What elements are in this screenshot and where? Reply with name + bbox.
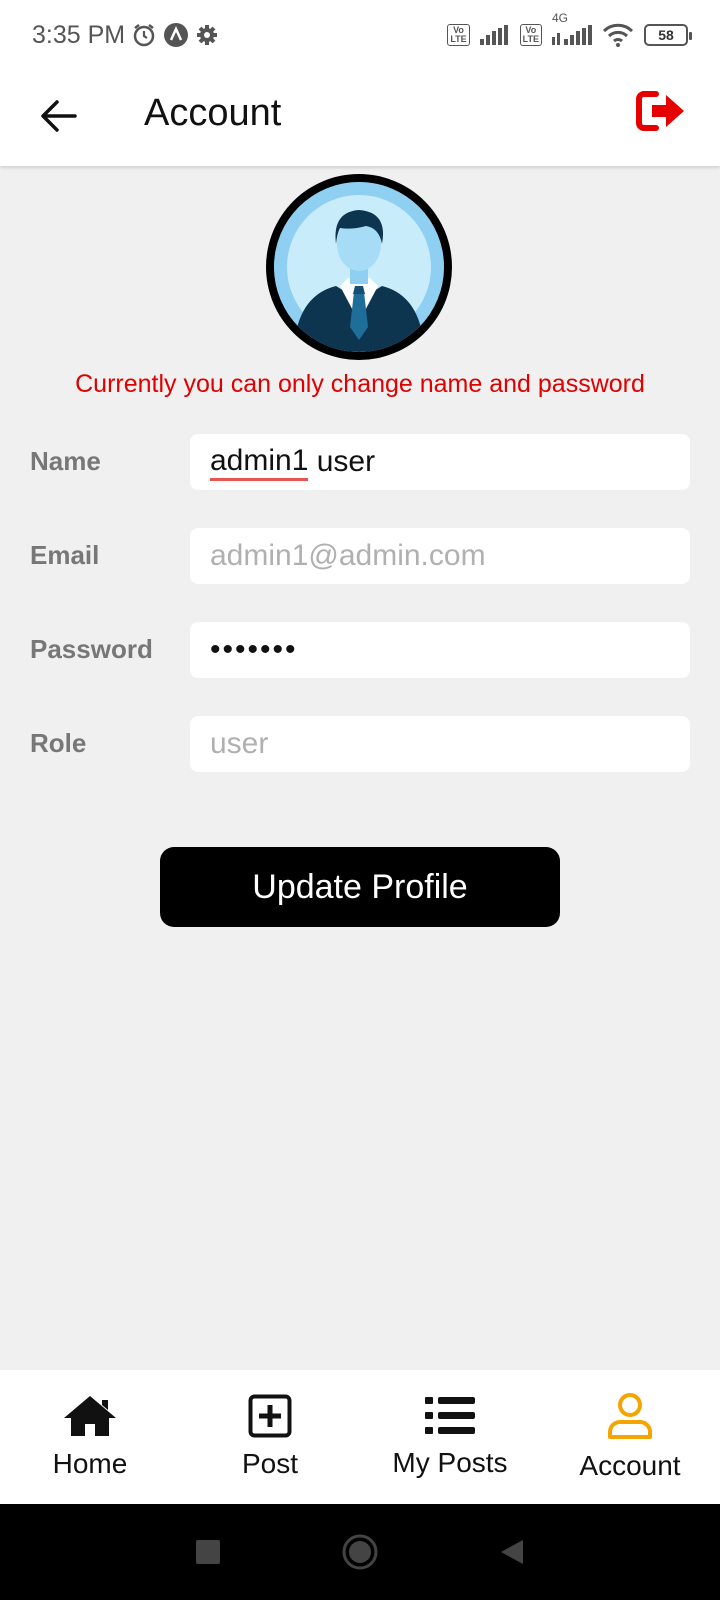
- wifi-icon: [602, 23, 634, 47]
- home-button[interactable]: [341, 1533, 379, 1571]
- back-triangle-icon: [501, 1540, 523, 1564]
- password-value: •••••••: [210, 633, 298, 666]
- nav-label-account: Account: [579, 1450, 681, 1481]
- arrow-left-icon: [41, 100, 77, 132]
- logout-button[interactable]: [634, 86, 690, 136]
- plus-square-icon: [248, 1394, 292, 1438]
- volte-icon: Vo LTE: [447, 24, 470, 46]
- status-left: 3:35 PM: [32, 21, 219, 50]
- alarm-icon: [131, 22, 157, 48]
- avatar: [266, 174, 452, 360]
- name-label: Name: [30, 446, 101, 476]
- name-row: Name admin1 user: [0, 434, 720, 490]
- nav-label-my-posts: My Posts: [392, 1447, 508, 1478]
- volte-icon: Vo LTE: [519, 24, 542, 46]
- 4g-signal-icon: 4G: [552, 11, 592, 45]
- system-nav-bar: [0, 1504, 720, 1600]
- recents-square-icon: [196, 1540, 220, 1564]
- settings-gear-icon: [195, 23, 219, 47]
- recents-button[interactable]: [195, 1539, 221, 1565]
- status-bar: 3:35 PM Vo LTE Vo LTE 4G 58: [0, 0, 720, 70]
- sign-out-icon: [636, 91, 684, 131]
- password-input[interactable]: •••••••: [190, 622, 690, 678]
- nav-item-account[interactable]: Account: [540, 1370, 720, 1504]
- nav-label-post: Post: [241, 1448, 299, 1479]
- home-icon: [64, 1396, 116, 1436]
- password-label: Password: [30, 634, 153, 664]
- nav-label-home: Home: [52, 1448, 128, 1479]
- update-profile-button[interactable]: Update Profile: [160, 847, 560, 927]
- role-row: Role user: [0, 716, 720, 772]
- status-time: 3:35 PM: [32, 20, 126, 49]
- role-label: Role: [30, 728, 87, 758]
- name-value-misspelled: admin1: [210, 444, 309, 481]
- back-button[interactable]: [36, 94, 80, 138]
- email-label: Email: [30, 540, 100, 570]
- password-row: Password •••••••: [0, 622, 720, 678]
- user-icon: [608, 1393, 652, 1439]
- bottom-nav: Home Post My Posts Account: [0, 1370, 720, 1504]
- nav-item-post[interactable]: Post: [180, 1370, 360, 1504]
- email-row: Email admin1@admin.com: [0, 528, 720, 584]
- nav-app-icon: [163, 22, 189, 48]
- notice-text: Currently you can only change name and p…: [75, 370, 645, 398]
- page-title: Account: [144, 92, 282, 134]
- name-value-rest: user: [308, 445, 376, 478]
- back-nav-button[interactable]: [499, 1538, 525, 1566]
- nav-item-home[interactable]: Home: [0, 1370, 180, 1504]
- signal-icon: [479, 25, 510, 45]
- home-circle-icon: [342, 1534, 378, 1570]
- name-input[interactable]: admin1 user: [190, 434, 690, 490]
- email-input[interactable]: admin1@admin.com: [190, 528, 690, 584]
- status-right: Vo LTE Vo LTE 4G 58: [447, 11, 692, 47]
- battery-icon: 58: [644, 24, 692, 46]
- role-input[interactable]: user: [190, 716, 690, 772]
- app-bar: Account: [0, 70, 720, 166]
- list-icon: [425, 1397, 475, 1434]
- businessman-avatar-icon: [274, 182, 444, 352]
- nav-item-my-posts[interactable]: My Posts: [360, 1370, 540, 1504]
